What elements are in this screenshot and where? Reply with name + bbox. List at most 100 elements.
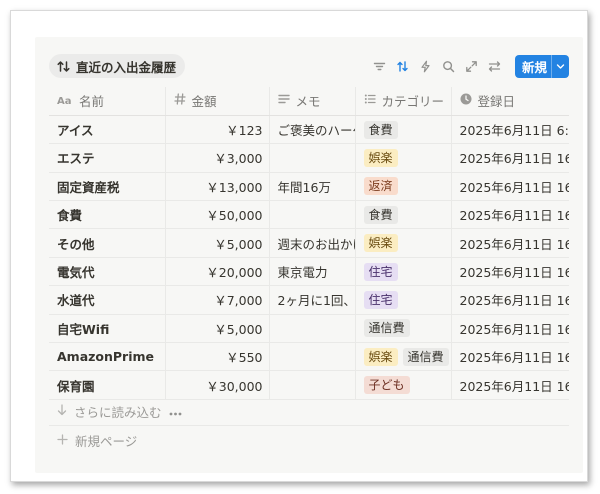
cell-name[interactable]: 食費 [49, 200, 165, 230]
table-row[interactable]: アイス￥123ご褒美のハーゲンダッツ食費 2025年6月11日 6:51 [49, 115, 569, 145]
new-page-button[interactable]: 新規ページ [57, 431, 137, 449]
clock-icon [460, 93, 472, 108]
category-tag: 食費 [363, 205, 398, 224]
cell-category[interactable]: 住宅 [354, 285, 451, 315]
cell-date[interactable]: 2025年6月11日 16:45 [450, 257, 569, 287]
cell-amount[interactable]: ￥5,000 [164, 228, 269, 258]
cell-memo[interactable] [268, 342, 355, 372]
cell-date[interactable]: 2025年6月11日 16:45 [450, 342, 569, 372]
cell-date[interactable]: 2025年6月11日 16:44 [450, 200, 569, 230]
cell-category[interactable]: 子ども [354, 370, 451, 400]
cell-amount[interactable]: ￥7,000 [164, 285, 269, 315]
cell-category[interactable]: 返済 [354, 172, 451, 202]
table-row[interactable]: 固定資産税￥13,000年間16万返済 2025年6月11日 16:43 [49, 172, 569, 202]
cell-amount[interactable]: ￥123 [164, 115, 269, 145]
cell-memo[interactable] [268, 314, 355, 344]
column-header-name[interactable]: Aa 名前 [49, 87, 165, 116]
cell-memo[interactable] [268, 370, 355, 400]
table-row[interactable]: その他￥5,000週末のお出かけ娯楽 2025年6月11日 16:44 [49, 228, 569, 258]
svg-text:Aa: Aa [57, 96, 72, 105]
title-text-icon: Aa [57, 93, 73, 108]
cell-memo[interactable]: 東京電力 [268, 257, 355, 287]
cell-memo[interactable]: 週末のお出かけ [268, 228, 355, 258]
cell-name[interactable]: 電気代 [49, 257, 165, 287]
sort-icon[interactable] [392, 55, 412, 77]
cell-amount[interactable]: ￥550 [164, 342, 269, 372]
table-row[interactable]: 電気代￥20,000東京電力住宅 2025年6月11日 16:45 [49, 257, 569, 287]
cell-category[interactable]: 娯楽 [354, 228, 451, 258]
cell-date[interactable]: 2025年6月11日 16:45 [450, 370, 569, 400]
category-tag: 通信費 [402, 347, 449, 366]
table-row[interactable]: 保育園￥30,000 子ども 2025年6月11日 16:45 [49, 370, 569, 400]
cell-amount[interactable]: ￥50,000 [164, 200, 269, 230]
more-dots-icon[interactable] [169, 404, 182, 419]
table-row[interactable]: 自宅Wifi￥5,000 通信費 2025年6月11日 16:45 [49, 314, 569, 344]
category-tag: 住宅 [363, 262, 398, 281]
cell-category[interactable]: 食費 [354, 115, 451, 145]
number-hash-icon [173, 93, 186, 108]
cell-category[interactable]: 通信費 [354, 314, 451, 344]
filter-icon[interactable] [369, 55, 389, 77]
cell-memo[interactable]: 2ヶ月に1回、14000円 [268, 285, 355, 315]
database-view: 直近の入出金履歴 新規 Aa 名前 金額 メモ カテゴリー 登録日 アイス ￥1… [35, 37, 583, 473]
load-more-label: さらに読み込む [74, 404, 162, 420]
category-tag: 通信費 [363, 319, 410, 338]
cell-category[interactable]: 娯楽 [354, 143, 451, 173]
settings-sliders-icon[interactable] [484, 55, 504, 77]
expand-icon[interactable] [461, 55, 481, 77]
category-tag: 娯楽 [363, 347, 398, 366]
table-row[interactable]: AmazonPrime￥550 娯楽通信費2025年6月11日 16:45 [49, 342, 569, 372]
arrow-down-icon [57, 403, 67, 419]
cell-category[interactable]: 娯楽 通信費 [354, 342, 451, 372]
sort-arrows-icon [57, 60, 70, 73]
cell-amount[interactable]: ￥5,000 [164, 314, 269, 344]
column-header-date[interactable]: 登録日 [450, 87, 569, 116]
screenshot-frame: 直近の入出金履歴 新規 Aa 名前 金額 メモ カテゴリー 登録日 アイス ￥1… [10, 10, 588, 482]
cell-amount[interactable]: ￥3,000 [164, 143, 269, 173]
cell-amount[interactable]: ￥20,000 [164, 257, 269, 287]
cell-amount[interactable]: ￥13,000 [164, 172, 269, 202]
database-table: Aa 名前 金額 メモ カテゴリー 登録日 アイス ￥123 ご褒美のハー 食費… [49, 87, 569, 400]
cell-name[interactable]: その他 [49, 228, 165, 258]
cell-date[interactable]: 2025年6月11日 16:43 [450, 172, 569, 202]
new-button[interactable]: 新規 [515, 54, 569, 78]
view-title: 直近の入出金履歴 [76, 59, 177, 75]
cell-date[interactable]: 2025年6月11日 16:45 [450, 285, 569, 315]
automation-bolt-icon[interactable] [415, 55, 435, 77]
cell-date[interactable]: 2025年6月11日 16:45 [450, 314, 569, 344]
column-header-category[interactable]: カテゴリー [354, 87, 451, 116]
cell-date[interactable]: 2025年6月11日 6:51 [450, 115, 569, 145]
category-tag: 娯楽 [363, 148, 398, 167]
table-body: アイス￥123ご褒美のハーゲンダッツ食費2025年6月11日 6:51エステ￥3… [49, 115, 569, 400]
cell-memo[interactable]: 年間16万 [268, 172, 355, 202]
new-button-label: 新規 [521, 59, 547, 75]
chevron-down-icon[interactable] [552, 62, 569, 71]
table-row[interactable]: エステ￥3,000 娯楽 2025年6月11日 16:30 [49, 143, 569, 173]
cell-category[interactable]: 住宅 [354, 257, 451, 287]
cell-name[interactable]: AmazonPrime [49, 342, 165, 372]
cell-name[interactable]: 水道代 [49, 285, 165, 315]
load-more-button[interactable]: さらに読み込む [57, 402, 182, 420]
view-tab[interactable]: 直近の入出金履歴 [49, 54, 186, 78]
cell-amount[interactable]: ￥30,000 [164, 370, 269, 400]
cell-date[interactable]: 2025年6月11日 16:44 [450, 228, 569, 258]
cell-memo[interactable]: ご褒美のハーゲンダッツ [268, 115, 355, 145]
column-header-memo[interactable]: メモ [268, 87, 355, 116]
cell-name[interactable]: アイス [49, 115, 165, 145]
search-icon[interactable] [438, 55, 458, 77]
cell-name[interactable]: 固定資産税 [49, 172, 165, 202]
cell-memo[interactable] [268, 200, 355, 230]
cell-date[interactable]: 2025年6月11日 16:30 [450, 143, 569, 173]
cell-name[interactable]: エステ [49, 143, 165, 173]
cell-category[interactable]: 食費 [354, 200, 451, 230]
category-tag: 子ども [363, 376, 410, 395]
cell-memo[interactable] [268, 143, 355, 173]
column-header-amount[interactable]: 金額 [164, 87, 269, 116]
table-row[interactable]: 水道代￥7,0002ヶ月に1回、14000円住宅 2025年6月11日 16:45 [49, 285, 569, 315]
category-tag: 食費 [363, 120, 398, 139]
category-tag: 娯楽 [363, 234, 398, 253]
cell-name[interactable]: 保育園 [49, 370, 165, 400]
multi-select-list-icon [364, 93, 376, 108]
table-row[interactable]: 食費￥50,000食費2025年6月11日 16:44 [49, 200, 569, 230]
cell-name[interactable]: 自宅Wifi [49, 314, 165, 344]
